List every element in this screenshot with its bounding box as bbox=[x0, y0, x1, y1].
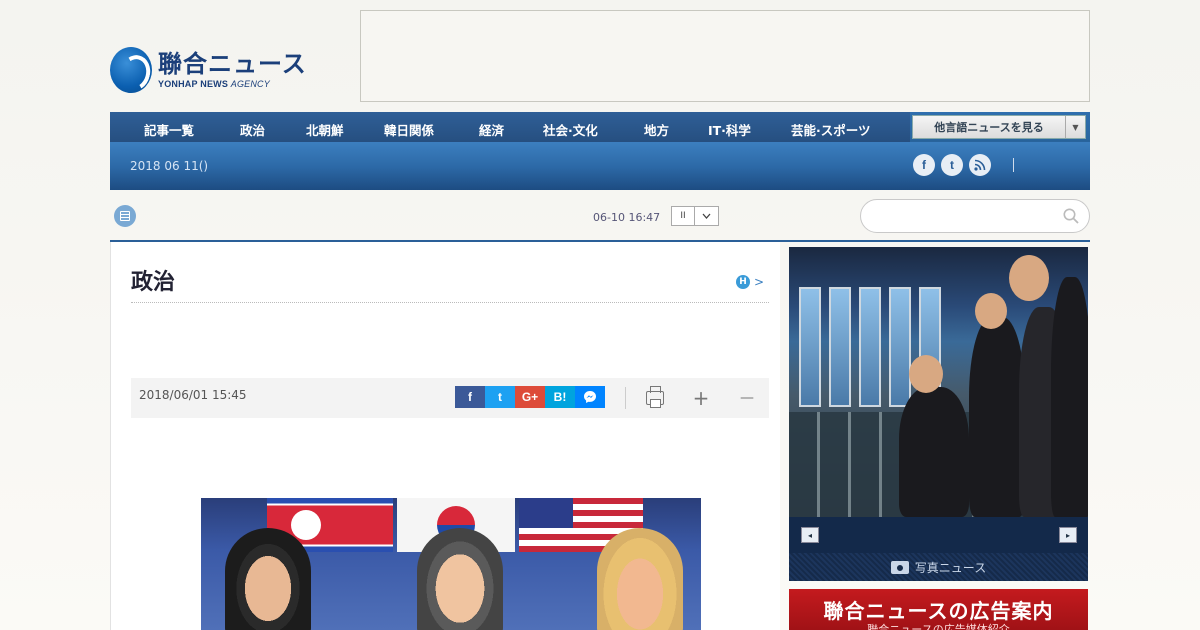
logo-mark-icon bbox=[110, 47, 152, 93]
photo-news-nav: ◂ ▸ bbox=[789, 517, 1088, 553]
logo[interactable]: 聯合ニュース YONHAP NEWS AGENCY bbox=[110, 44, 310, 96]
article-date: 2018/06/01 15:45 bbox=[139, 388, 247, 402]
photo-head bbox=[1009, 255, 1049, 301]
photo-person bbox=[969, 317, 1025, 517]
photo-news-caption[interactable]: 写真ニュース bbox=[789, 553, 1088, 581]
nav-item-it-science[interactable]: IT·科学 bbox=[708, 120, 751, 139]
social-links: f t bbox=[913, 154, 1014, 176]
nav-item-korea-japan[interactable]: 韓日関係 bbox=[384, 120, 434, 139]
home-badge-icon: H bbox=[736, 275, 750, 289]
logo-japanese: 聯合ニュース bbox=[158, 50, 307, 78]
font-increase-icon[interactable]: + bbox=[686, 384, 716, 412]
font-decrease-icon[interactable]: — bbox=[732, 384, 762, 412]
language-select[interactable]: 他言語ニュースを見る ▼ bbox=[912, 115, 1086, 139]
photo-news-image[interactable] bbox=[789, 247, 1088, 517]
title-divider bbox=[131, 302, 769, 303]
nav-item-politics[interactable]: 政治 bbox=[240, 120, 265, 139]
nav-menu: 記事一覧 政治 北朝鮮 韓日関係 経済 社会·文化 地方 IT·科学 芸能·スポ… bbox=[110, 112, 910, 142]
search-input[interactable] bbox=[860, 199, 1090, 233]
language-select-label: 他言語ニュースを見る bbox=[934, 121, 1044, 134]
news-list-icon[interactable] bbox=[114, 205, 136, 227]
search-icon[interactable] bbox=[1063, 208, 1079, 224]
logo-english: YONHAP NEWS AGENCY bbox=[158, 78, 307, 90]
photo-person bbox=[899, 387, 969, 517]
chevron-down-icon: ▼ bbox=[1065, 116, 1085, 138]
print-icon[interactable] bbox=[640, 384, 670, 412]
facebook-icon[interactable]: f bbox=[913, 154, 935, 176]
section-home-link[interactable]: H > bbox=[736, 275, 764, 289]
photo-window bbox=[889, 287, 911, 407]
nav-item-entertainment-sports[interactable]: 芸能·スポーツ bbox=[791, 120, 871, 139]
chevron-right-icon: > bbox=[754, 275, 765, 289]
nav-item-society-culture[interactable]: 社会·文化 bbox=[543, 120, 598, 139]
article-panel: 政治 H > 2018/06/01 15:45 f t G+ B! + — bbox=[110, 242, 780, 630]
photo-person-right bbox=[597, 528, 683, 630]
camera-icon bbox=[890, 560, 909, 574]
photo-next-button[interactable]: ▸ bbox=[1059, 527, 1077, 543]
rss-glyph bbox=[974, 159, 986, 171]
share-facebook-icon[interactable]: f bbox=[455, 386, 485, 408]
logo-english-italic: AGENCY bbox=[230, 79, 270, 89]
nav-item-economy[interactable]: 経済 bbox=[479, 120, 504, 139]
ticker-pause-button[interactable]: II bbox=[671, 206, 695, 226]
share-messenger-icon[interactable] bbox=[575, 386, 605, 408]
photo-head bbox=[975, 293, 1007, 329]
logo-text: 聯合ニュース YONHAP NEWS AGENCY bbox=[158, 50, 307, 90]
tools-divider bbox=[625, 387, 626, 409]
article-meta-bar: 2018/06/01 15:45 f t G+ B! + — bbox=[131, 378, 769, 418]
photo-news-label: 写真ニュース bbox=[914, 560, 987, 575]
side-ad-subtitle: 聯合ニュースの広告媒体紹介 bbox=[867, 623, 1010, 630]
photo-window bbox=[799, 287, 821, 407]
share-twitter-icon[interactable]: t bbox=[485, 386, 515, 408]
nav-item-article-list[interactable]: 記事一覧 bbox=[144, 120, 194, 139]
ticker-dropdown-button[interactable] bbox=[695, 206, 719, 226]
photo-head bbox=[909, 355, 943, 393]
article-tools: + — bbox=[625, 384, 778, 412]
main-navigation: 記事一覧 政治 北朝鮮 韓日関係 経済 社会·文化 地方 IT·科学 芸能·スポ… bbox=[110, 112, 1090, 190]
share-hatena-icon[interactable]: B! bbox=[545, 386, 575, 408]
photo-person bbox=[1051, 277, 1088, 517]
nav-item-regional[interactable]: 地方 bbox=[644, 120, 669, 139]
ticker-controls: II bbox=[671, 206, 719, 226]
twitter-icon[interactable]: t bbox=[941, 154, 963, 176]
chevron-down-icon bbox=[702, 213, 711, 219]
social-divider bbox=[1013, 158, 1014, 172]
photo-window bbox=[859, 287, 881, 407]
photo-window bbox=[829, 287, 851, 407]
nav-item-north-korea[interactable]: 北朝鮮 bbox=[306, 120, 344, 139]
logo-english-bold: YONHAP NEWS bbox=[158, 79, 229, 89]
photo-person-center bbox=[417, 528, 503, 630]
share-buttons: f t G+ B! bbox=[455, 386, 605, 408]
messenger-glyph bbox=[584, 391, 596, 403]
article-photo[interactable] bbox=[201, 498, 701, 630]
share-google-plus-icon[interactable]: G+ bbox=[515, 386, 545, 408]
current-date: 2018 06 11() bbox=[130, 159, 209, 173]
photo-person-left bbox=[225, 528, 311, 630]
rss-icon[interactable] bbox=[969, 154, 991, 176]
section-title: 政治 bbox=[131, 270, 176, 295]
photo-prev-button[interactable]: ◂ bbox=[801, 527, 819, 543]
top-ad-banner[interactable] bbox=[360, 10, 1090, 102]
side-ad-title: 聯合ニュースの広告案内 bbox=[823, 599, 1054, 623]
ticker-time: 06-10 16:47 bbox=[593, 211, 661, 224]
nav-sub-row: 2018 06 11() f t bbox=[110, 142, 1090, 190]
side-ad-banner[interactable]: 聯合ニュースの広告案内 聯合ニュースの広告媒体紹介 bbox=[789, 589, 1088, 630]
